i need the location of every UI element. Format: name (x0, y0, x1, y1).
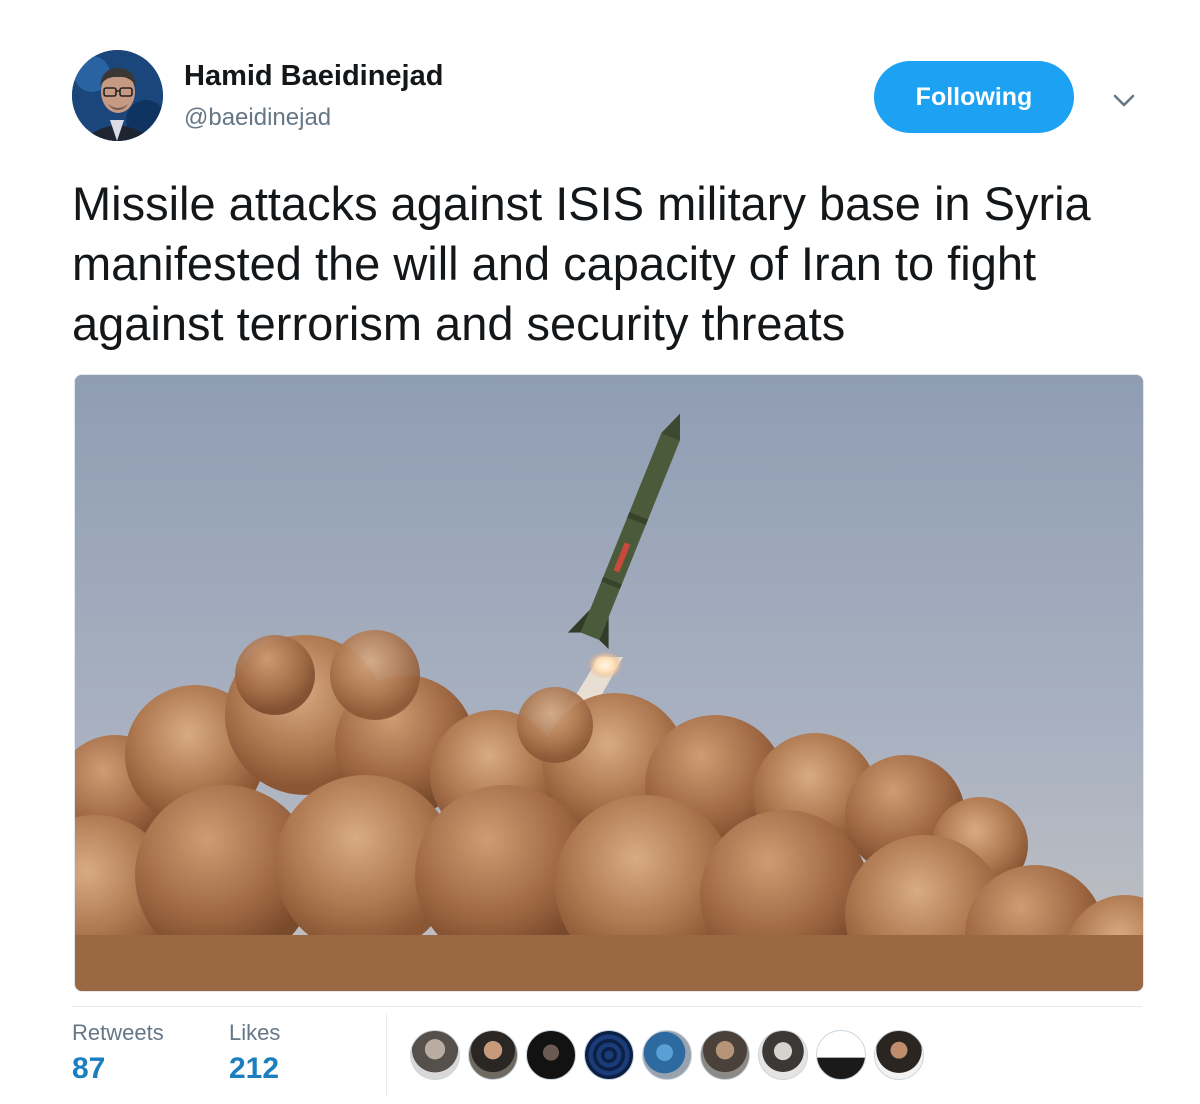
stats-divider (72, 1006, 1142, 1007)
liker-avatar[interactable] (526, 1030, 576, 1080)
author-avatar[interactable] (72, 50, 163, 141)
liker-avatar[interactable] (758, 1030, 808, 1080)
likes-stat[interactable]: Likes 212 (229, 1020, 280, 1086)
liker-avatar[interactable] (584, 1030, 634, 1080)
chevron-down-icon[interactable] (1108, 84, 1140, 116)
author-handle[interactable]: @baeidinejad (184, 104, 331, 132)
retweets-stat[interactable]: Retweets 87 (72, 1020, 164, 1086)
tweet-photo[interactable] (74, 374, 1144, 992)
liker-avatar[interactable] (816, 1030, 866, 1080)
following-button[interactable]: Following (874, 61, 1074, 133)
author-name[interactable]: Hamid Baeidinejad (184, 60, 443, 93)
likes-count: 212 (229, 1052, 280, 1085)
liker-avatar[interactable] (700, 1030, 750, 1080)
tweet-card: Hamid Baeidinejad @baeidinejad Following… (0, 0, 1200, 1104)
retweets-label: Retweets (72, 1020, 164, 1045)
stats-separator (386, 1014, 387, 1096)
tweet-text: Missile attacks against ISIS military ba… (72, 177, 1091, 350)
liker-avatar[interactable] (410, 1030, 460, 1080)
liker-avatar[interactable] (642, 1030, 692, 1080)
likes-label: Likes (229, 1020, 281, 1045)
liker-avatars (410, 1030, 924, 1080)
liker-avatar[interactable] (874, 1030, 924, 1080)
liker-avatar[interactable] (468, 1030, 518, 1080)
retweets-count: 87 (72, 1052, 106, 1085)
